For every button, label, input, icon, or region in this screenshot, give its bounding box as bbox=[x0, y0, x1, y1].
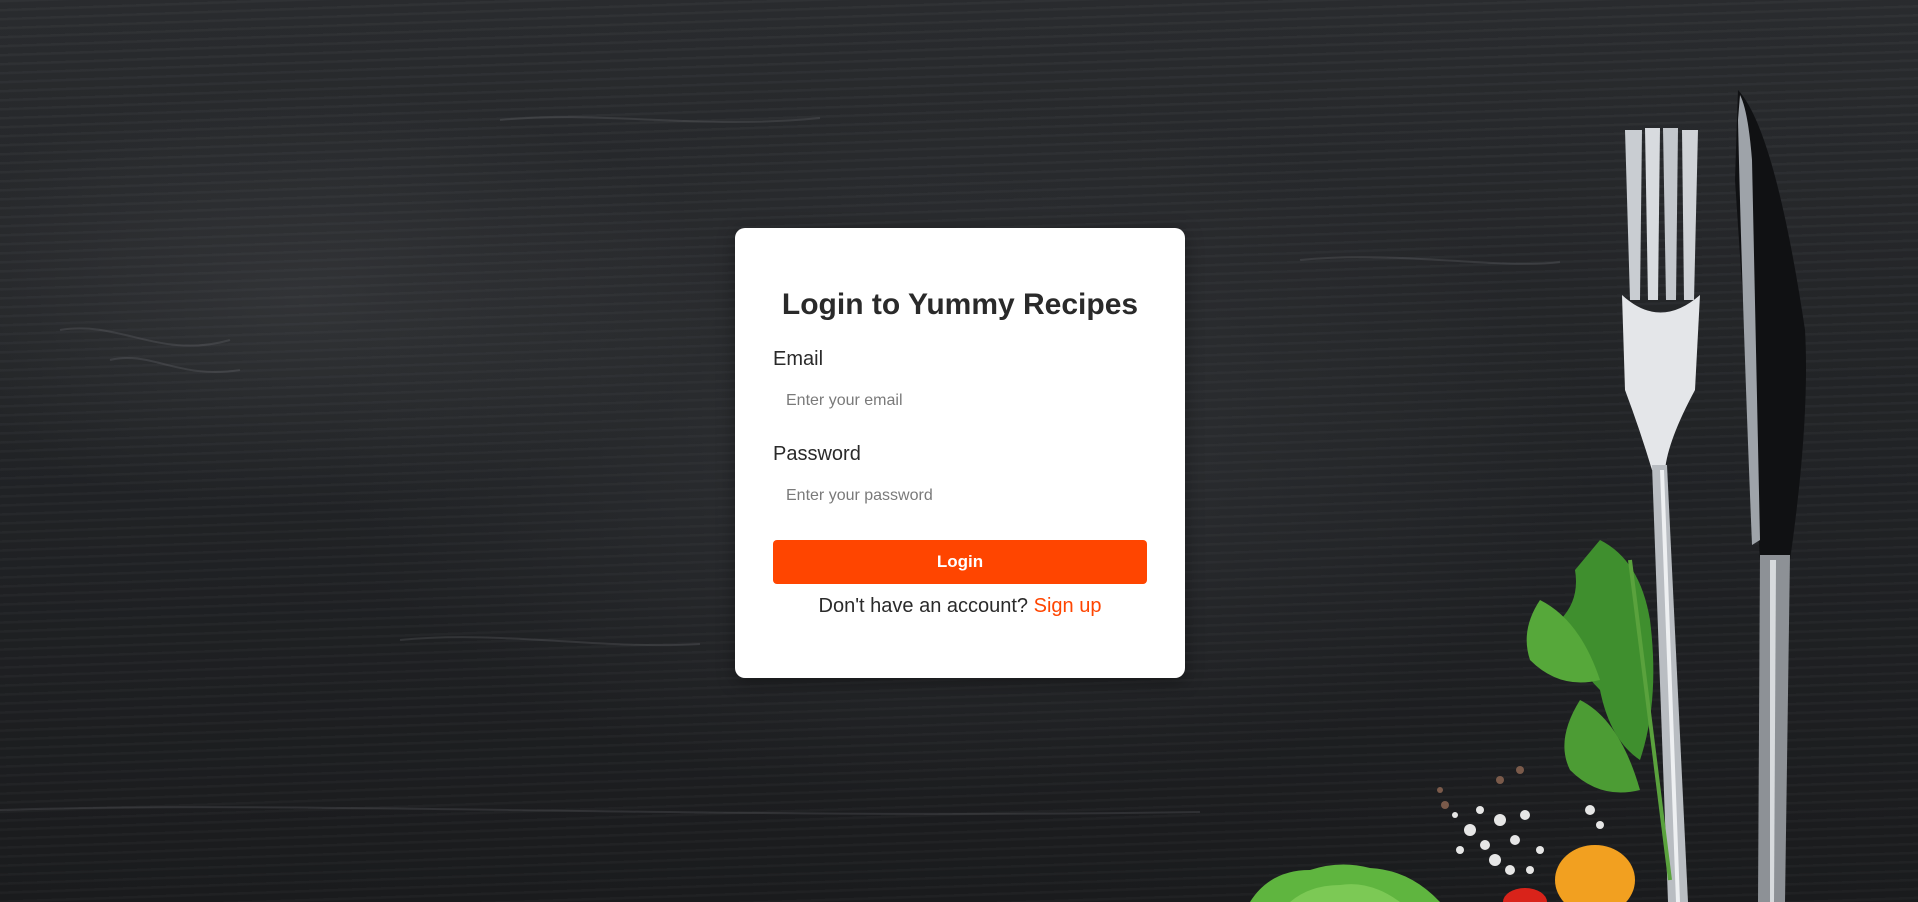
knife-icon bbox=[1735, 90, 1806, 902]
password-input[interactable] bbox=[773, 478, 1147, 514]
login-card: Login to Yummy Recipes Email Password Lo… bbox=[735, 228, 1185, 678]
password-label: Password bbox=[773, 443, 861, 465]
lettuce-icon bbox=[1250, 864, 1440, 902]
parsley-icon bbox=[1526, 540, 1672, 881]
email-input[interactable] bbox=[773, 383, 1147, 419]
signup-link[interactable]: Sign up bbox=[1034, 595, 1102, 617]
login-button[interactable]: Login bbox=[773, 540, 1147, 584]
email-label: Email bbox=[773, 348, 824, 370]
signup-prompt-line: Don't have an account? Sign up bbox=[735, 595, 1185, 618]
tomato-icon bbox=[1503, 845, 1635, 902]
page-title: Login to Yummy Recipes bbox=[781, 288, 1139, 321]
signup-prompt-text: Don't have an account? bbox=[818, 595, 1029, 617]
